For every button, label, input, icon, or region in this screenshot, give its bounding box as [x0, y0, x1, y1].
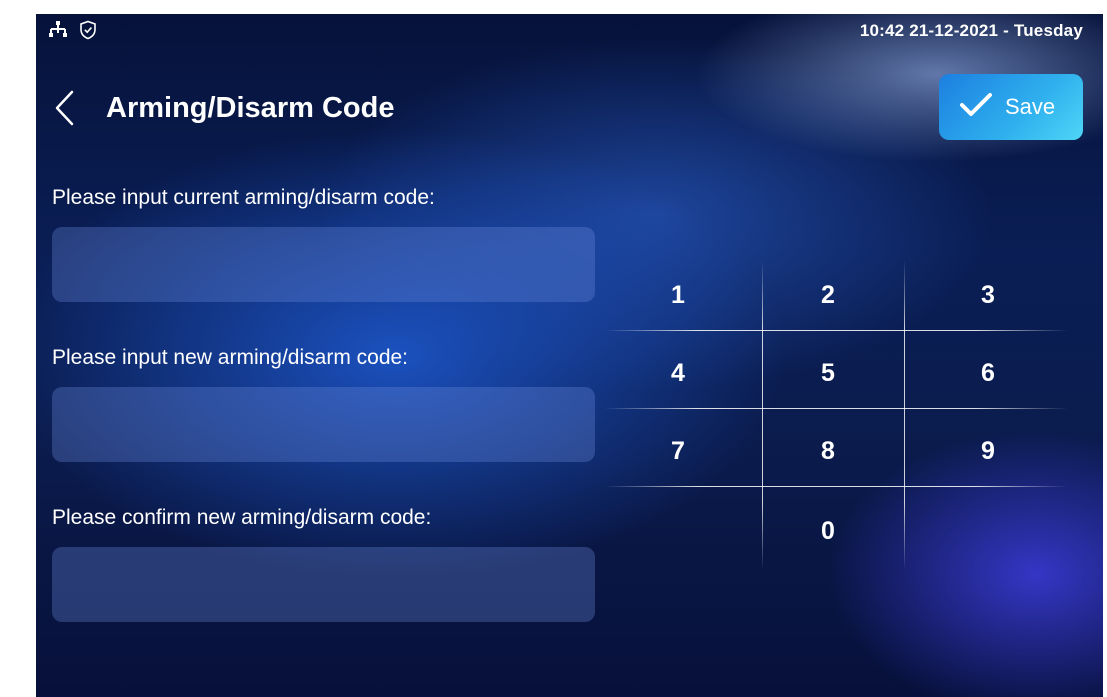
- status-datetime: 10:42 21-12-2021 - Tuesday: [859, 21, 1083, 40]
- keypad-divider: [604, 408, 1068, 409]
- new-code-label: Please input new arming/disarm code:: [52, 346, 409, 369]
- keypad-key-1[interactable]: 1: [608, 260, 748, 330]
- confirm-code-input[interactable]: [52, 547, 595, 622]
- shield-check-icon: [78, 20, 98, 45]
- status-bar: 10:42 21-12-2021 - Tuesday: [36, 14, 1103, 46]
- numeric-keypad: 1 2 3 4 5 6 7 8 9 0: [604, 260, 1068, 570]
- keypad-key-3[interactable]: 3: [918, 260, 1058, 330]
- page-title: Arming/Disarm Code: [106, 92, 395, 124]
- keypad-key-7[interactable]: 7: [608, 416, 748, 486]
- header: Arming/Disarm Code Save: [36, 74, 1103, 144]
- keypad-divider: [604, 486, 1068, 487]
- network-icon: [48, 20, 68, 45]
- back-button[interactable]: [52, 86, 82, 130]
- keypad-key-4[interactable]: 4: [608, 338, 748, 408]
- save-label: Save: [1005, 94, 1056, 119]
- check-icon: [959, 91, 993, 124]
- keypad-key-9[interactable]: 9: [918, 416, 1058, 486]
- keypad-key-5[interactable]: 5: [758, 338, 898, 408]
- keypad-key-8[interactable]: 8: [758, 416, 898, 486]
- save-button[interactable]: Save: [939, 74, 1083, 140]
- confirm-code-label: Please confirm new arming/disarm code:: [52, 506, 432, 529]
- keypad-key-0[interactable]: 0: [758, 496, 898, 566]
- new-code-input[interactable]: [52, 387, 595, 462]
- status-icons: [48, 20, 98, 45]
- current-code-input[interactable]: [52, 227, 595, 302]
- arming-code-screen: 10:42 21-12-2021 - Tuesday Arming/Disarm…: [36, 14, 1103, 697]
- keypad-divider: [604, 330, 1068, 331]
- current-code-label: Please input current arming/disarm code:: [52, 186, 435, 209]
- keypad-key-6[interactable]: 6: [918, 338, 1058, 408]
- chevron-left-icon: [52, 90, 82, 134]
- keypad-divider: [904, 260, 905, 570]
- keypad-key-2[interactable]: 2: [758, 260, 898, 330]
